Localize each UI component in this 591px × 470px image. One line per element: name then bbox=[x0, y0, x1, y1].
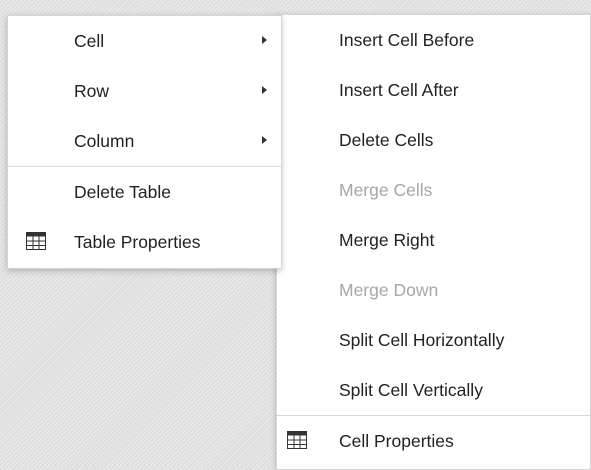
submenu-item-merge-down: Merge Down bbox=[277, 265, 590, 315]
submenu-item-split-cell-horizontally[interactable]: Split Cell Horizontally bbox=[277, 315, 590, 365]
menu-item-label: Insert Cell Before bbox=[339, 30, 475, 50]
menu-item-row[interactable]: Row bbox=[8, 66, 281, 116]
table-context-menu: Cell Row Column Delete Table Table Prope… bbox=[7, 15, 282, 269]
menu-item-cell[interactable]: Cell bbox=[8, 16, 281, 66]
table-icon bbox=[287, 431, 307, 449]
menu-item-label: Delete Table bbox=[74, 182, 171, 202]
table-icon bbox=[26, 232, 46, 250]
submenu-item-insert-cell-before[interactable]: Insert Cell Before bbox=[277, 15, 590, 65]
submenu-item-split-cell-vertically[interactable]: Split Cell Vertically bbox=[277, 365, 590, 415]
submenu-item-insert-cell-after[interactable]: Insert Cell After bbox=[277, 65, 590, 115]
menu-item-table-properties[interactable]: Table Properties bbox=[8, 217, 281, 267]
menu-item-label: Split Cell Vertically bbox=[339, 380, 483, 400]
submenu-item-delete-cells[interactable]: Delete Cells bbox=[277, 115, 590, 165]
cell-submenu: Insert Cell Before Insert Cell After Del… bbox=[276, 14, 591, 470]
menu-item-delete-table[interactable]: Delete Table bbox=[8, 166, 281, 217]
menu-item-label: Cell Properties bbox=[339, 431, 454, 451]
submenu-arrow-icon bbox=[262, 136, 267, 144]
menu-item-label: Insert Cell After bbox=[339, 80, 459, 100]
menu-item-label: Column bbox=[74, 131, 135, 151]
submenu-arrow-icon bbox=[262, 86, 267, 94]
submenu-item-merge-cells: Merge Cells bbox=[277, 165, 590, 215]
menu-item-label: Table Properties bbox=[74, 232, 201, 252]
menu-item-label: Merge Cells bbox=[339, 180, 433, 200]
submenu-arrow-icon bbox=[262, 36, 267, 44]
menu-item-label: Cell bbox=[74, 31, 105, 51]
menu-item-label: Split Cell Horizontally bbox=[339, 330, 505, 350]
menu-item-label: Delete Cells bbox=[339, 130, 434, 150]
menu-item-label: Row bbox=[74, 81, 110, 101]
submenu-item-merge-right[interactable]: Merge Right bbox=[277, 215, 590, 265]
menu-item-label: Merge Right bbox=[339, 230, 435, 250]
submenu-item-cell-properties[interactable]: Cell Properties bbox=[277, 415, 590, 466]
menu-item-label: Merge Down bbox=[339, 280, 439, 300]
menu-item-column[interactable]: Column bbox=[8, 116, 281, 166]
